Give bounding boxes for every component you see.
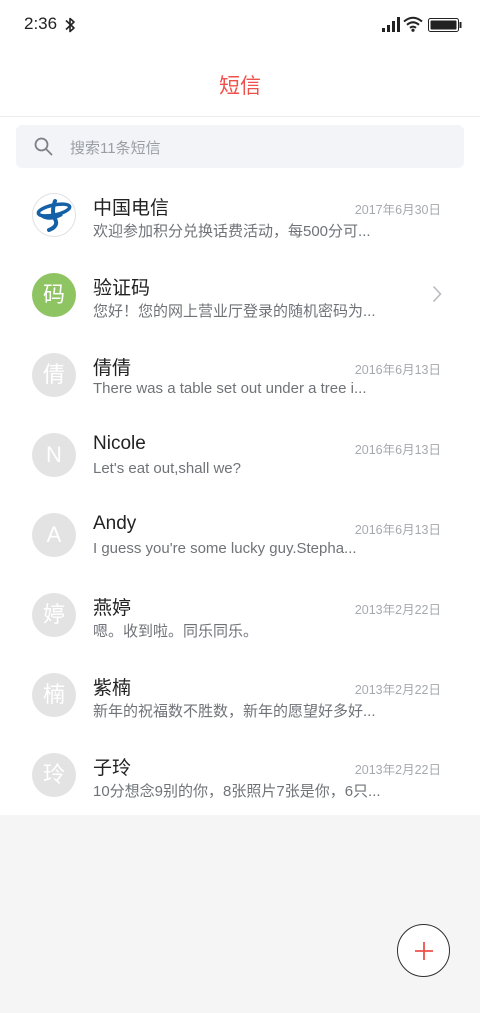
wifi-icon <box>403 16 423 32</box>
contact-name: 燕婷 <box>93 598 132 619</box>
bluetooth-icon <box>65 17 75 33</box>
message-date: 2013年2月22日 <box>354 763 441 777</box>
contact-name: 倩倩 <box>93 358 132 379</box>
contact-name: 中国电信 <box>93 198 170 219</box>
plus-icon <box>415 942 433 960</box>
conversation-item[interactable]: N Nicole Let's eat out,shall we? 2016年6月… <box>0 415 480 495</box>
conversation-item[interactable]: 楠 紫楠 新年的祝福数不胜数，新年的愿望好多好... 2013年2月22日 <box>0 655 480 735</box>
message-preview: 欢迎参加积分兑换话费活动，每500分可... <box>93 223 371 240</box>
message-preview: 您好！您的网上营业厅登录的随机密码为... <box>93 303 376 320</box>
messages-app: 2:36 短信 搜索11条短信 中国电信 欢迎参加积分兑换话费活动，每500分可… <box>0 0 480 1013</box>
battery-icon <box>428 18 462 32</box>
header: 短信 <box>0 52 480 117</box>
avatar: A <box>32 513 76 557</box>
page-title: 短信 <box>219 75 261 98</box>
message-preview: Let's eat out,shall we? <box>93 460 241 477</box>
avatar: 楠 <box>32 673 76 717</box>
status-time: 2:36 <box>24 14 58 33</box>
conversation-item[interactable]: 玲 子玲 10分想念9别的你，8张照片7张是你，6只... 2013年2月22日 <box>0 735 480 815</box>
china-telecom-logo-icon <box>32 193 76 237</box>
message-date: 2017年6月30日 <box>354 203 441 217</box>
message-date: 2016年6月13日 <box>354 443 441 457</box>
search-placeholder: 搜索11条短信 <box>70 140 161 157</box>
message-preview: 10分想念9别的你，8张照片7张是你，6只... <box>93 783 381 800</box>
contact-name: 验证码 <box>93 278 151 299</box>
conversation-item[interactable]: 码 验证码 您好！您的网上营业厅登录的随机密码为... <box>0 255 480 335</box>
contact-name: 紫楠 <box>93 678 132 699</box>
conversation-item[interactable]: 倩 倩倩 There was a table set out under a t… <box>0 335 480 415</box>
contact-name: Andy <box>93 513 137 534</box>
conversation-list: 中国电信 欢迎参加积分兑换话费活动，每500分可... 2017年6月30日 码… <box>0 175 480 815</box>
message-date: 2013年2月22日 <box>354 683 441 697</box>
avatar: 玲 <box>32 753 76 797</box>
conversation-item[interactable]: 中国电信 欢迎参加积分兑换话费活动，每500分可... 2017年6月30日 <box>0 175 480 255</box>
search-icon <box>34 137 53 156</box>
message-preview: I guess you're some lucky guy.Stepha... <box>93 540 357 557</box>
message-preview: 新年的祝福数不胜数，新年的愿望好多好... <box>93 703 376 720</box>
contact-name: Nicole <box>93 433 146 454</box>
signal-icon <box>382 17 400 32</box>
new-message-button[interactable] <box>397 924 450 977</box>
status-bar: 2:36 <box>0 0 480 52</box>
avatar: 婷 <box>32 593 76 637</box>
avatar: 码 <box>32 273 76 317</box>
avatar: N <box>32 433 76 477</box>
avatar: 倩 <box>32 353 76 397</box>
message-date: 2013年2月22日 <box>354 603 441 617</box>
conversation-item[interactable]: A Andy I guess you're some lucky guy.Ste… <box>0 495 480 575</box>
conversation-item[interactable]: 婷 燕婷 嗯。收到啦。同乐同乐。 2013年2月22日 <box>0 575 480 655</box>
chevron-right-icon <box>432 285 442 303</box>
message-preview: There was a table set out under a tree i… <box>93 380 367 397</box>
search-bar[interactable]: 搜索11条短信 <box>16 125 464 168</box>
message-preview: 嗯。收到啦。同乐同乐。 <box>93 623 259 640</box>
message-date: 2016年6月13日 <box>354 523 441 537</box>
contact-name: 子玲 <box>93 758 132 779</box>
message-date: 2016年6月13日 <box>354 363 441 377</box>
